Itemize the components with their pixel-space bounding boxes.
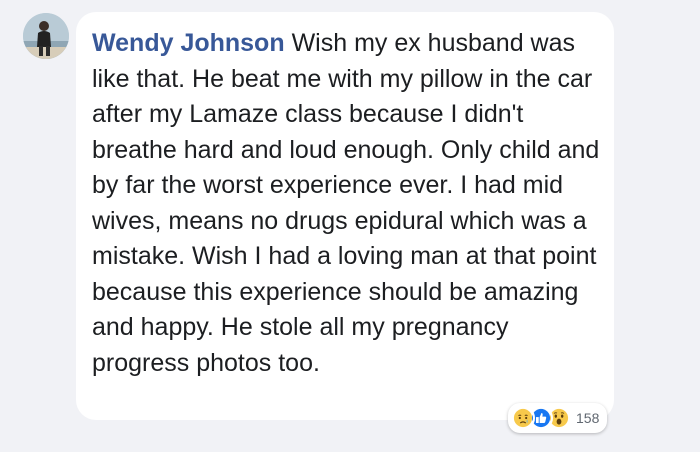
comment-text: Wish my ex husband was like that. He bea… bbox=[92, 29, 600, 377]
comment-bubble: Wendy Johnson Wish my ex husband was lik… bbox=[76, 12, 614, 420]
profile-photo bbox=[23, 13, 69, 59]
comment-thread: Wendy Johnson Wish my ex husband was lik… bbox=[0, 0, 700, 452]
comment-body: Wendy Johnson Wish my ex husband was lik… bbox=[92, 26, 600, 381]
reaction-count: 158 bbox=[576, 410, 600, 426]
reactions-summary[interactable]: 158 bbox=[508, 403, 608, 433]
avatar[interactable] bbox=[23, 13, 69, 59]
sad-icon bbox=[511, 406, 535, 430]
comment-author-link[interactable]: Wendy Johnson bbox=[92, 29, 285, 57]
